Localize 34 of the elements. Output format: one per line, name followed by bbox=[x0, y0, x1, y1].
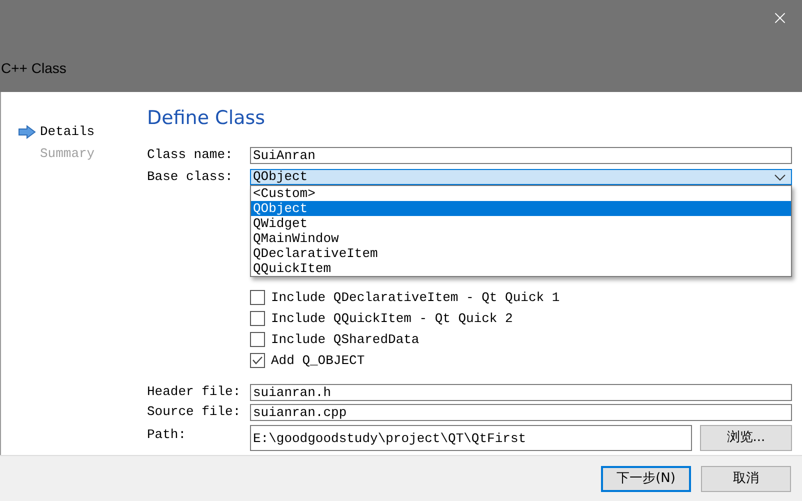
text-field[interactable]: suianran.h bbox=[250, 384, 792, 400]
next-button[interactable]: 下一步(N) bbox=[601, 466, 691, 492]
check-icon bbox=[252, 356, 263, 365]
browse-button[interactable]: 浏览... bbox=[700, 425, 792, 451]
dropdown-option[interactable]: QQuickItem bbox=[251, 261, 791, 276]
checkbox[interactable] bbox=[250, 353, 265, 368]
field-label: Base class: bbox=[147, 168, 234, 186]
base-class-dropdown[interactable]: QObject bbox=[250, 169, 792, 185]
dropdown-option[interactable]: QObject bbox=[251, 201, 791, 216]
checkbox-label: Include QDeclarativeItem - Qt Quick 1 bbox=[271, 288, 560, 307]
text-field[interactable]: SuiAnran bbox=[250, 146, 792, 164]
field-label: Path: bbox=[147, 426, 188, 444]
dropdown-option[interactable]: QMainWindow bbox=[251, 231, 791, 246]
step-item: Details bbox=[40, 123, 95, 142]
cancel-button[interactable]: 取消 bbox=[701, 466, 791, 492]
path-field[interactable]: E:\goodgoodstudy\project\QT\QtFirst bbox=[250, 425, 692, 451]
checkbox-label: Include QQuickItem - Qt Quick 2 bbox=[271, 310, 513, 328]
checkbox[interactable] bbox=[250, 332, 265, 347]
dropdown-option[interactable]: QWidget bbox=[251, 216, 791, 231]
checkbox[interactable] bbox=[250, 311, 265, 326]
field-label: Class name: bbox=[147, 147, 234, 163]
window-title: C++ Class bbox=[1, 59, 66, 78]
chevron-down-icon bbox=[774, 174, 786, 180]
dropdown-option[interactable]: <Custom> bbox=[251, 186, 791, 201]
checkbox[interactable] bbox=[250, 290, 265, 305]
step-item: Summary bbox=[40, 145, 95, 164]
field-label: Header file: bbox=[147, 384, 242, 400]
arrow-icon bbox=[18, 125, 36, 139]
page-title: Define Class bbox=[147, 106, 266, 130]
checkbox-label: Include QSharedData bbox=[271, 330, 420, 349]
field-label: Source file: bbox=[147, 404, 242, 420]
dropdown-option[interactable]: QDeclarativeItem bbox=[251, 246, 791, 261]
checkbox-label: Add Q_OBJECT bbox=[271, 352, 365, 370]
text-field[interactable]: suianran.cpp bbox=[250, 404, 792, 420]
